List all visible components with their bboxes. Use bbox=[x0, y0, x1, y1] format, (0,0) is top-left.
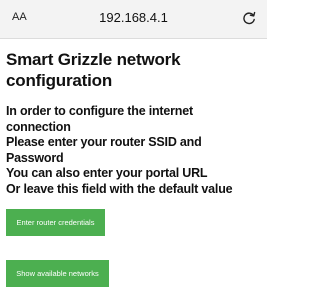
instruction-line: Or leave this field with the default val… bbox=[6, 181, 233, 196]
instruction-line: Password bbox=[6, 150, 64, 165]
instruction-line: You can also enter your portal URL bbox=[6, 166, 208, 180]
page-title: Smart Grizzle network configuration bbox=[6, 50, 181, 90]
url-text: 192.168.4.1 bbox=[99, 10, 168, 25]
instruction-line: connection bbox=[6, 119, 71, 134]
reload-icon[interactable] bbox=[241, 10, 257, 26]
page-content: Smart Grizzle network configuration In o… bbox=[0, 39, 267, 197]
address-bar[interactable]: 192.168.4.1 bbox=[0, 10, 267, 25]
browser-toolbar: AA 192.168.4.1 bbox=[0, 0, 267, 39]
show-available-networks-button[interactable]: Show available networks bbox=[6, 260, 109, 287]
instruction-line: In order to configure the internet bbox=[6, 104, 193, 118]
instruction-line: Please enter your router SSID and bbox=[6, 135, 202, 149]
instructions: In order to configure the internet conne… bbox=[6, 104, 261, 197]
enter-router-credentials-button[interactable]: Enter router credentials bbox=[6, 209, 105, 236]
